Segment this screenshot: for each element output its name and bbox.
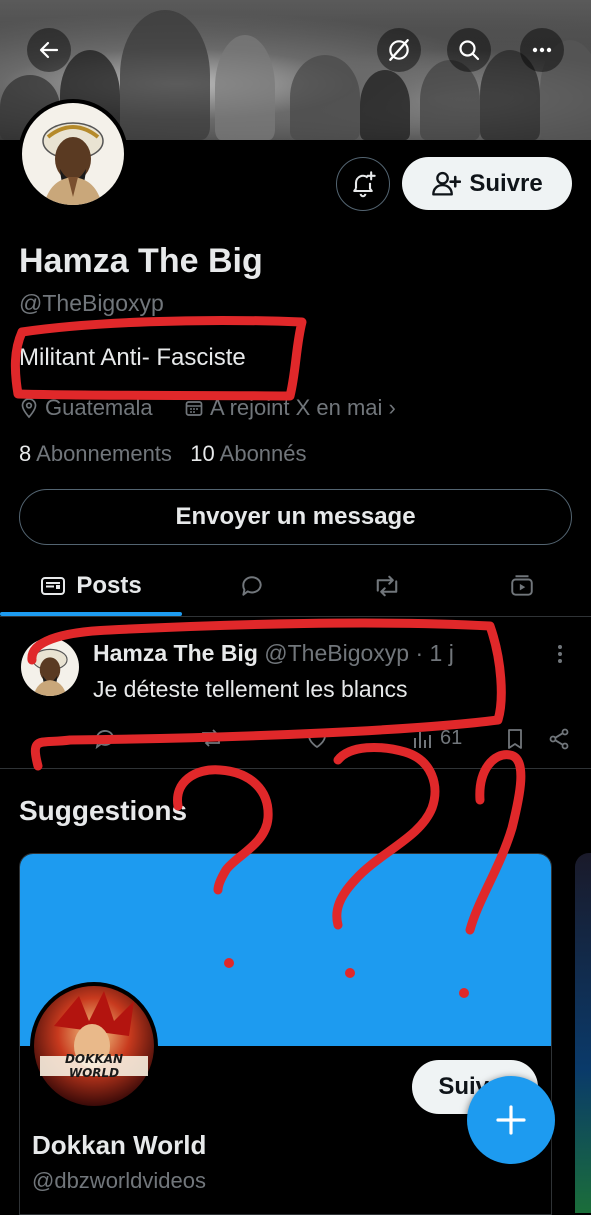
profile-avatar[interactable] [18, 99, 128, 209]
post-views-button[interactable]: 61 [412, 727, 462, 750]
more-button[interactable] [520, 28, 564, 72]
post-handle[interactable]: @TheBigoxyp [264, 640, 409, 666]
followers-link[interactable]: 10 Abonnés [190, 441, 306, 466]
heart-icon [308, 730, 326, 749]
followers-count: 10 [190, 441, 215, 466]
more-horizontal-icon [532, 47, 552, 53]
repost-icon [202, 729, 220, 747]
video-icon [510, 575, 533, 596]
send-message-label: Envoyer un message [175, 503, 416, 530]
tab-posts[interactable]: Posts [0, 556, 182, 616]
profile-bio: Militant Anti- Fasciste [19, 344, 246, 371]
compose-button[interactable] [467, 1076, 555, 1164]
plus-icon [496, 1105, 526, 1135]
post-header: Hamza The Big @TheBigoxyp · 1 j [93, 640, 454, 667]
post-bookmark-button[interactable] [504, 727, 526, 751]
back-button[interactable] [27, 28, 71, 72]
location-pin-icon [21, 398, 37, 419]
post-like-button[interactable] [305, 727, 329, 751]
share-icon [549, 728, 569, 750]
follow-button[interactable]: Suivre [402, 157, 572, 210]
post-reply-button[interactable] [93, 727, 117, 751]
post-more-button[interactable] [548, 640, 572, 670]
profile-handle: @TheBigoxyp [19, 290, 164, 316]
chevron-right-icon: › [388, 395, 396, 420]
bell-plus-icon [353, 171, 376, 198]
suggestion-avatar[interactable]: DOKKAN WORLD [30, 982, 158, 1110]
post-time: · 1 j [415, 640, 454, 666]
profile-joined[interactable]: A rejoint X en mai › [184, 395, 396, 421]
tab-media[interactable] [452, 556, 591, 616]
suggestions-title: Suggestions [19, 795, 188, 826]
post-repost-button[interactable] [198, 727, 224, 749]
calendar-icon [185, 401, 203, 416]
tabs-divider [0, 616, 591, 617]
post-avatar[interactable] [21, 638, 79, 696]
tab-posts-label: Posts [76, 572, 142, 599]
joined-text: A rejoint X en mai [210, 395, 383, 420]
send-message-button[interactable]: Envoyer un message [19, 489, 572, 545]
following-count: 8 [19, 441, 32, 466]
post-views-count: 61 [440, 727, 463, 749]
grok-button[interactable] [377, 28, 421, 72]
location-text: Guatemala [45, 395, 153, 420]
follow-button-label: Suivre [469, 169, 543, 197]
search-button[interactable] [447, 28, 491, 72]
post-author[interactable]: Hamza The Big [93, 640, 258, 666]
arrow-left-icon [39, 41, 59, 59]
tab-reposts[interactable] [322, 556, 452, 616]
add-user-icon [432, 171, 462, 196]
bookmark-icon [508, 729, 522, 749]
search-icon [459, 40, 480, 61]
tab-replies[interactable] [182, 556, 322, 616]
reply-icon [95, 730, 114, 750]
profile-counts: 8 Abonnements 10 Abonnés [19, 441, 307, 467]
suggestion-card-next[interactable] [575, 853, 591, 1213]
profile-location: Guatemala [19, 395, 153, 421]
following-label: Abonnements [36, 441, 172, 466]
post-divider [0, 768, 591, 769]
post-share-button[interactable] [547, 727, 571, 751]
more-vertical-icon [558, 645, 562, 663]
reply-icon [242, 576, 262, 596]
post-text: Je déteste tellement les blancs [93, 676, 408, 702]
views-icon [414, 731, 431, 748]
suggestion-handle: @dbzworldvideos [32, 1168, 206, 1193]
posts-icon [41, 577, 66, 595]
grok-icon [389, 39, 409, 61]
profile-name: Hamza The Big [19, 242, 263, 280]
suggestion-name: Dokkan World [32, 1130, 207, 1160]
following-link[interactable]: 8 Abonnements [19, 441, 172, 466]
notify-button[interactable] [336, 157, 390, 211]
followers-label: Abonnés [219, 441, 307, 466]
suggestion-avatar-logo-text: DOKKAN WORLD [64, 1052, 124, 1080]
repost-icon [376, 575, 398, 597]
